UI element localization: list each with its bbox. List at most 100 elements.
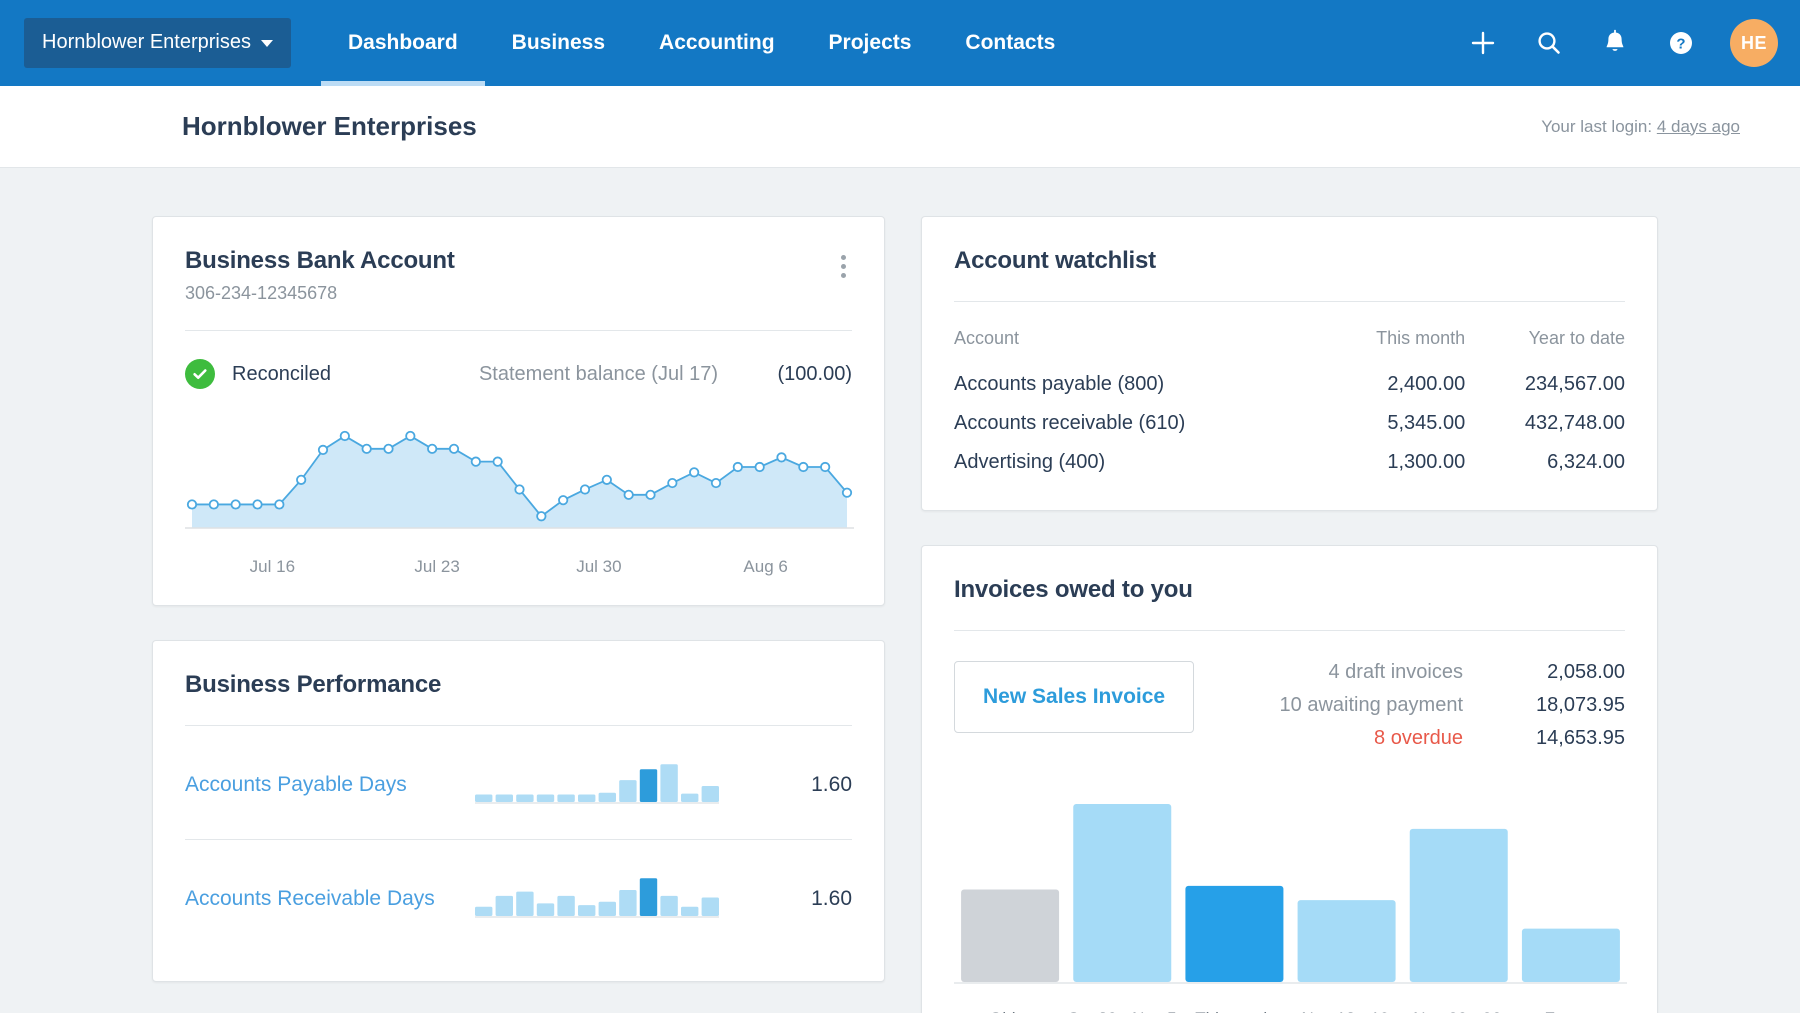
kebab-menu-icon[interactable] [835,247,852,286]
tab-business-label: Business [511,31,606,54]
table-row[interactable]: Accounts receivable (610) 5,345.00 432,7… [954,404,1625,443]
invoices-summary: New Sales Invoice 4 draft invoices 2,058… [954,661,1625,760]
invoices-card-title: Invoices owed to you [954,576,1193,603]
tab-business[interactable]: Business [485,0,632,86]
watchlist-card-title: Account watchlist [954,247,1156,274]
reconciled-label: Reconciled [232,362,331,385]
accounts-receivable-days-value: 1.60 [811,886,852,910]
last-login: Your last login: 4 days ago [1541,117,1740,137]
accounts-receivable-days-link[interactable]: Accounts Receivable Days [185,887,475,911]
invoices-owed-card: Invoices owed to you New Sales Invoice 4… [921,545,1658,1013]
accounts-payable-days-sparkline [475,756,719,813]
top-navigation-bar: Hornblower Enterprises Dashboard Busines… [0,0,1800,86]
invoice-stat-awaiting-label: 10 awaiting payment [1279,694,1463,716]
bar-label-0: Older [954,1009,1066,1013]
bell-icon[interactable] [1598,26,1632,60]
watchlist-card-divider [954,301,1625,302]
svg-text:?: ? [1676,36,1685,53]
business-performance-card: Business Performance Accounts Payable Da… [152,640,885,982]
tab-accounting-label: Accounting [659,31,775,54]
bank-balance-chart[interactable]: Jul 16 Jul 23 Jul 30 Aug 6 [185,411,854,577]
page-title: Hornblower Enterprises [182,111,477,141]
account-watchlist-card: Account watchlist Account This month Yea… [921,216,1658,511]
bank-chart-tick-0: Jul 16 [249,557,296,576]
performance-row-receivable: Accounts Receivable Days 1.60 [185,839,852,953]
bank-account-number: 306-234-12345678 [185,283,338,303]
watchlist-col-this-month: This month [1376,328,1466,348]
check-circle-icon [185,359,215,389]
search-icon[interactable] [1532,26,1566,60]
bank-card-title: Business Bank Account [185,247,455,274]
invoices-card-divider [954,630,1625,631]
invoice-stat-draft[interactable]: 4 draft invoices 2,058.00 [1280,661,1625,684]
watchlist-col-ytd: Year to date [1528,328,1625,348]
bar-label-5: Future [1513,1009,1625,1013]
tab-contacts[interactable]: Contacts [938,0,1082,86]
watchlist-this-month: 2,400.00 [1387,373,1466,395]
bar-label-3: Nov 13 - 19 [1289,1009,1401,1013]
bank-chart-tick-1: Jul 23 [414,557,460,576]
plus-icon[interactable] [1466,26,1500,60]
nav-actions: ? HE [1466,19,1778,67]
accounts-payable-days-link[interactable]: Accounts Payable Days [185,773,475,797]
watchlist-account-name: Accounts receivable (610) [954,412,1186,434]
statement-balance-label: Statement balance (Jul 17) [478,362,718,385]
help-icon[interactable]: ? [1664,26,1698,60]
watchlist-ytd: 432,748.00 [1524,412,1625,434]
bank-chart-axis-labels: Jul 16 Jul 23 Jul 30 Aug 6 [185,557,852,577]
tab-accounting[interactable]: Accounting [632,0,802,86]
dashboard-content: Business Bank Account 306-234-12345678 R… [0,168,1800,1013]
bank-chart-tick-3: Aug 6 [743,557,788,576]
invoices-bar-axis-labels: Older Oct 30 - Nov 5 This week Nov 13 - … [954,1009,1625,1013]
invoice-stat-overdue-label: 8 overdue [1374,727,1463,749]
invoice-stat-draft-value: 2,058.00 [1547,661,1625,683]
performance-card-title: Business Performance [185,671,442,698]
chevron-down-icon [260,40,273,47]
tab-dashboard[interactable]: Dashboard [320,0,485,86]
invoice-stat-awaiting-value: 18,073.95 [1536,694,1625,716]
accounts-receivable-days-sparkline [475,870,719,927]
last-login-link[interactable]: 4 days ago [1657,117,1740,136]
table-row[interactable]: Accounts payable (800) 2,400.00 234,567.… [954,365,1625,404]
main-nav-tabs: Dashboard Business Accounting Projects C… [320,0,1082,86]
invoice-stat-overdue-value: 14,653.95 [1536,727,1625,749]
page-subheader: Hornblower Enterprises Your last login: … [0,86,1800,168]
performance-row-payable: Accounts Payable Days 1.60 [185,726,852,839]
org-switcher-label: Hornblower Enterprises [42,31,251,53]
watchlist-account-name: Accounts payable (800) [954,373,1165,395]
last-login-prefix: Your last login: [1541,116,1653,136]
right-column: Account watchlist Account This month Yea… [921,216,1658,1013]
new-sales-invoice-button[interactable]: New Sales Invoice [954,661,1195,733]
bank-card-header: Business Bank Account 306-234-12345678 [185,247,852,304]
table-row[interactable]: Advertising (400) 1,300.00 6,324.00 [954,443,1625,482]
tab-dashboard-label: Dashboard [347,31,458,54]
invoices-bar-chart[interactable]: Older Oct 30 - Nov 5 This week Nov 13 - … [954,794,1627,1013]
tab-projects[interactable]: Projects [802,0,939,86]
watchlist-ytd: 234,567.00 [1524,373,1625,395]
avatar-initials: HE [1740,32,1767,53]
invoices-bar-chart-svg [954,804,1627,984]
org-switcher[interactable]: Hornblower Enterprises [24,18,291,68]
watchlist-this-month: 5,345.00 [1387,412,1466,434]
bar-label-4: Nov 20 - 26 [1401,1009,1513,1013]
invoice-stat-awaiting[interactable]: 10 awaiting payment 18,073.95 [1280,694,1625,717]
watchlist-header-row: Account This month Year to date [954,328,1625,365]
bank-account-card: Business Bank Account 306-234-12345678 R… [152,216,885,606]
watchlist-ytd: 6,324.00 [1547,451,1625,473]
tab-contacts-label: Contacts [965,31,1056,54]
left-column: Business Bank Account 306-234-12345678 R… [152,216,885,1013]
avatar[interactable]: HE [1730,19,1778,67]
watchlist-this-month: 1,300.00 [1387,451,1466,473]
watchlist-col-account: Account [954,328,1020,348]
accounts-payable-days-value: 1.60 [811,772,852,796]
tab-projects-label: Projects [828,31,912,54]
invoice-stat-overdue[interactable]: 8 overdue 14,653.95 [1280,727,1625,750]
bank-chart-tick-2: Jul 30 [576,557,622,576]
bar-label-2: This week [1178,1009,1290,1013]
invoices-stats: 4 draft invoices 2,058.00 10 awaiting pa… [1280,661,1625,760]
bank-status-row: Reconciled Statement balance (Jul 17) (1… [185,359,852,389]
invoice-stat-draft-label: 4 draft invoices [1328,661,1463,683]
bank-card-divider [185,330,852,331]
bar-label-1: Oct 30 - Nov 5 [1066,1009,1178,1013]
watchlist-account-name: Advertising (400) [954,451,1106,473]
